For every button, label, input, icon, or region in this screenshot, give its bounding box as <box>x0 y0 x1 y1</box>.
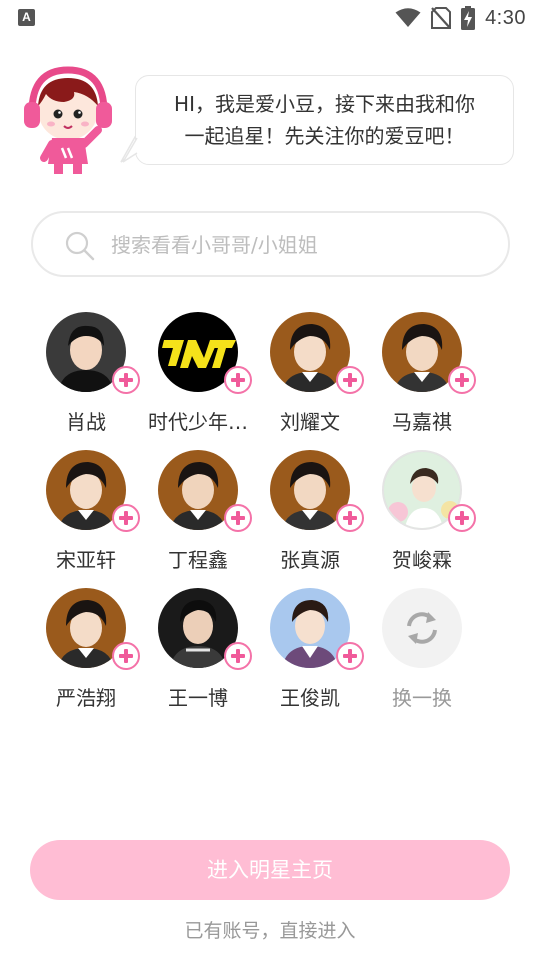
follow-plus-icon[interactable] <box>112 504 140 532</box>
follow-plus-icon[interactable] <box>224 504 252 532</box>
star-name: 王俊凯 <box>280 686 340 710</box>
greeting-line-1: HI，我是爱小豆，接下来由我和你 <box>174 92 475 116</box>
search-input[interactable] <box>111 223 481 267</box>
follow-plus-icon[interactable] <box>336 504 364 532</box>
refresh-label[interactable]: 换一换 <box>362 682 482 711</box>
star-card-2[interactable]: 刘耀文 <box>254 312 366 442</box>
star-name: 张真源 <box>280 548 340 572</box>
enter-star-home-button[interactable]: 进入明星主页 <box>30 840 510 900</box>
star-name: 贺峻霖 <box>392 548 452 572</box>
star-name: 宋亚轩 <box>56 548 116 572</box>
mascot-avatar <box>18 64 118 176</box>
star-card-0[interactable]: 肖战 <box>30 312 142 442</box>
star-card-5[interactable]: 丁程鑫 <box>142 450 254 580</box>
wifi-icon <box>395 8 421 27</box>
greeting-line-2: 一起追星！先关注你的爱豆吧！ <box>184 124 465 148</box>
search-bar[interactable] <box>31 211 510 277</box>
star-name: 严浩翔 <box>56 686 116 710</box>
follow-plus-icon[interactable] <box>112 366 140 394</box>
greeting-bubble: HI，我是爱小豆，接下来由我和你 一起追星！先关注你的爱豆吧！ <box>135 75 514 165</box>
star-card-3[interactable]: 马嘉祺 <box>366 312 478 442</box>
star-card-4[interactable]: 宋亚轩 <box>30 450 142 580</box>
existing-account-login-link[interactable]: 已有账号，直接进入 <box>0 916 540 943</box>
star-card-7[interactable]: 贺峻霖 <box>366 450 478 580</box>
refresh-card[interactable]: 换一换 <box>366 588 478 718</box>
follow-plus-icon[interactable] <box>224 366 252 394</box>
no-sim-icon <box>431 7 452 29</box>
star-name: 丁程鑫 <box>168 548 228 572</box>
bubble-tail-cover <box>122 128 143 163</box>
star-name: 肖战 <box>66 410 106 434</box>
follow-plus-icon[interactable] <box>224 642 252 670</box>
star-card-6[interactable]: 张真源 <box>254 450 366 580</box>
star-card-8[interactable]: 严浩翔 <box>30 588 142 718</box>
star-name: 时代少年… <box>148 410 248 434</box>
status-bar: A 4:30 <box>0 0 540 36</box>
star-card-10[interactable]: 王俊凯 <box>254 588 366 718</box>
clock-time: 4:30 <box>485 6 526 29</box>
refresh-icon <box>407 612 437 644</box>
status-icons: 4:30 <box>395 6 526 30</box>
follow-plus-icon[interactable] <box>336 642 364 670</box>
refresh-button[interactable] <box>382 588 462 668</box>
star-name: 刘耀文 <box>280 410 340 434</box>
follow-plus-icon[interactable] <box>448 366 476 394</box>
search-icon <box>65 231 95 261</box>
follow-plus-icon[interactable] <box>336 366 364 394</box>
star-name: 王一博 <box>168 686 228 710</box>
battery-charging-icon <box>461 6 476 30</box>
follow-plus-icon[interactable] <box>112 642 140 670</box>
app-badge-icon: A <box>18 9 35 26</box>
star-card-1[interactable]: 时代少年… <box>142 312 254 442</box>
star-name: 马嘉祺 <box>392 410 452 434</box>
star-card-9[interactable]: 王一博 <box>142 588 254 718</box>
follow-plus-icon[interactable] <box>448 504 476 532</box>
